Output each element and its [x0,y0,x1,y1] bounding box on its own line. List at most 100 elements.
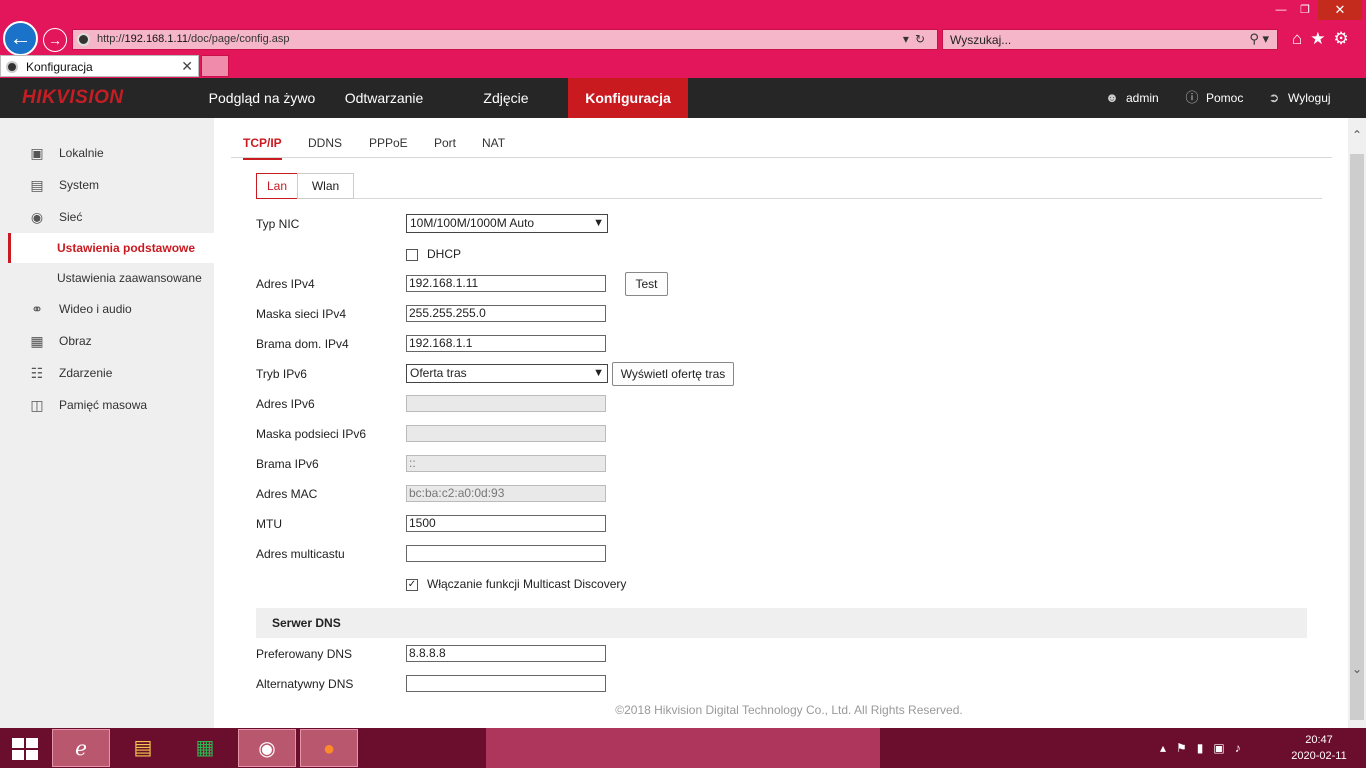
dhcp-checkbox[interactable] [406,249,418,261]
ipv4-gateway-input[interactable]: 192.168.1.1 [406,335,606,352]
browser-tab[interactable]: Konfiguracja ✕ [0,55,199,77]
multicast-discovery-checkbox[interactable]: ✓ [406,579,418,591]
browser-icons: ⌂★⚙ [1292,29,1357,49]
tray-chevron-icon[interactable]: ▴ [1160,741,1176,755]
multicast-discovery-label: Włączanie funkcji Multicast Discovery [427,577,627,591]
tab-tcpip[interactable]: TCP/IP [243,136,282,160]
mtu-label: MTU [256,517,282,531]
scroll-up-icon[interactable]: ⌃ [1348,128,1366,142]
ipv6-address-label: Adres IPv6 [256,397,315,411]
ipv4-input[interactable]: 192.168.1.11 [406,275,606,292]
new-tab-button[interactable] [201,55,229,77]
logout-label: Wyloguj [1288,91,1331,105]
search-icon[interactable]: ⚲ ▾ [1249,31,1269,47]
windows-start-icon[interactable] [12,738,38,760]
address-url: http://192.168.1.11/doc/page/config.asp [97,33,290,45]
sidebar-item-local[interactable]: ▣ Lokalnie [0,138,214,168]
scroll-down-icon[interactable]: ⌄ [1348,662,1366,676]
ipv6-mask-input [406,425,606,442]
page-scrollbar[interactable]: ⌃ ⌄ [1348,118,1366,728]
file-explorer-icon[interactable]: ▤ [114,729,172,767]
preferred-dns-label: Preferowany DNS [256,647,353,661]
nic-type-select[interactable]: 10M/100M/1000M Auto ▼ [406,214,608,233]
ipv6-gateway-label: Brama IPv6 [256,457,319,471]
multicast-input[interactable] [406,545,606,562]
mac-input: bc:ba:c2:a0:0d:93 [406,485,606,502]
forward-button[interactable]: → [43,28,67,52]
sidebar-item-storage[interactable]: ◫ Pamięć masowa [0,390,214,420]
address-tools[interactable]: ▾↻ [903,32,931,46]
flag-icon[interactable]: ⚑ [1176,741,1197,755]
ipv6-mode-select[interactable]: Oferta tras ▼ [406,364,608,383]
calendar-icon: ☷ [30,365,44,381]
subtab-lan[interactable]: Lan [256,173,298,199]
network-icon[interactable]: ▣ [1213,741,1234,755]
tab-port[interactable]: Port [434,136,456,150]
multicast-label: Adres multicastu [256,547,345,561]
close-window-button[interactable]: ✕ [1318,0,1362,20]
user-icon: ☻ [1105,90,1119,105]
nav-configuration[interactable]: Konfiguracja [568,78,688,118]
sidebar-item-video-audio[interactable]: ⚭ Wideo i audio [0,294,214,324]
tab-ddns[interactable]: DDNS [308,136,342,150]
nav-playback[interactable]: Odtwarzanie [331,78,437,118]
mtu-input[interactable]: 1500 [406,515,606,532]
ipv4-mask-label: Maska sieci IPv4 [256,307,347,321]
system-tray[interactable]: ▴⚑▮▣♪ [1160,728,1251,768]
mac-label: Adres MAC [256,487,318,501]
sidebar: ▣ Lokalnie ▤ System ◉ Sieć Ustawienia podst… [0,118,214,728]
dhcp-label: DHCP [427,247,462,261]
tab-pppoe[interactable]: PPPoE [369,136,408,150]
search-placeholder: Wyszukaj... [950,33,1012,47]
chrome-icon[interactable]: ◉ [238,729,296,767]
tab-nat[interactable]: NAT [482,136,505,150]
store-icon[interactable]: ▦ [176,729,234,767]
ipv4-label: Adres IPv4 [256,277,315,291]
nav-live-view[interactable]: Podgląd na żywo [196,78,328,118]
tab-favicon-icon [6,61,18,73]
test-button[interactable]: Test [625,272,668,296]
tab-close-icon[interactable]: ✕ [181,58,193,75]
sidebar-sub-basic-settings[interactable]: Ustawienia podstawowe [8,233,214,263]
nav-picture[interactable]: Zdjęcie [464,78,548,118]
favorites-star-icon[interactable]: ★ [1310,29,1333,48]
image-icon: ▦ [30,333,44,349]
storage-icon: ◫ [30,397,44,413]
battery-icon[interactable]: ▮ [1197,741,1214,755]
back-button[interactable]: ← [3,21,38,56]
globe-icon: ◉ [30,209,44,225]
alternate-dns-input[interactable] [406,675,606,692]
volume-icon[interactable]: ♪ [1235,741,1251,755]
windows-taskbar: ℯ ▤ ▦ ◉ ● ▴⚑▮▣♪ 20:47 2020-02-11 [0,728,1366,768]
copyright-footer: ©2018 Hikvision Digital Technology Co., … [615,703,963,717]
search-box[interactable]: Wyszukaj... ⚲ ▾ [942,29,1278,50]
dropdown-icon[interactable]: ▾ [903,32,915,46]
taskbar-clock[interactable]: 20:47 2020-02-11 [1288,732,1350,764]
sidebar-item-event[interactable]: ☷ Zdarzenie [0,358,214,388]
logout-link[interactable]: ➲ Wyloguj [1266,78,1331,118]
sidebar-item-network[interactable]: ◉ Sieć [0,202,214,232]
internet-explorer-icon[interactable]: ℯ [52,729,110,767]
info-icon: ⓘ [1185,90,1199,105]
home-icon[interactable]: ⌂ [1292,29,1310,48]
sidebar-item-system[interactable]: ▤ System [0,170,214,200]
user-menu[interactable]: ☻ admin [1104,78,1159,118]
settings-gear-icon[interactable]: ⚙ [1334,29,1357,48]
subtab-wlan[interactable]: Wlan [297,173,354,199]
maximize-button[interactable]: ❐ [1294,0,1316,20]
sidebar-sub-advanced-settings[interactable]: Ustawienia zaawansowane [8,263,214,293]
logout-icon: ➲ [1268,90,1280,105]
firefox-icon[interactable]: ● [300,729,358,767]
ipv4-mask-input[interactable]: 255.255.255.0 [406,305,606,322]
sidebar-item-image[interactable]: ▦ Obraz [0,326,214,356]
show-route-offer-button[interactable]: Wyświetl ofertę tras [612,362,734,386]
scroll-thumb[interactable] [1350,154,1364,720]
preferred-dns-input[interactable]: 8.8.8.8 [406,645,606,662]
address-bar[interactable]: http://192.168.1.11/doc/page/config.asp … [72,29,938,50]
browser-titlebar: ← → http://192.168.1.11/doc/page/config.… [0,0,1366,78]
chevron-down-icon: ▼ [593,367,604,379]
help-link[interactable]: ⓘ Pomoc [1184,78,1243,118]
refresh-icon[interactable]: ↻ [915,32,931,46]
ipv6-mask-label: Maska podsieci IPv6 [256,427,367,441]
minimize-button[interactable]: — [1270,0,1292,20]
